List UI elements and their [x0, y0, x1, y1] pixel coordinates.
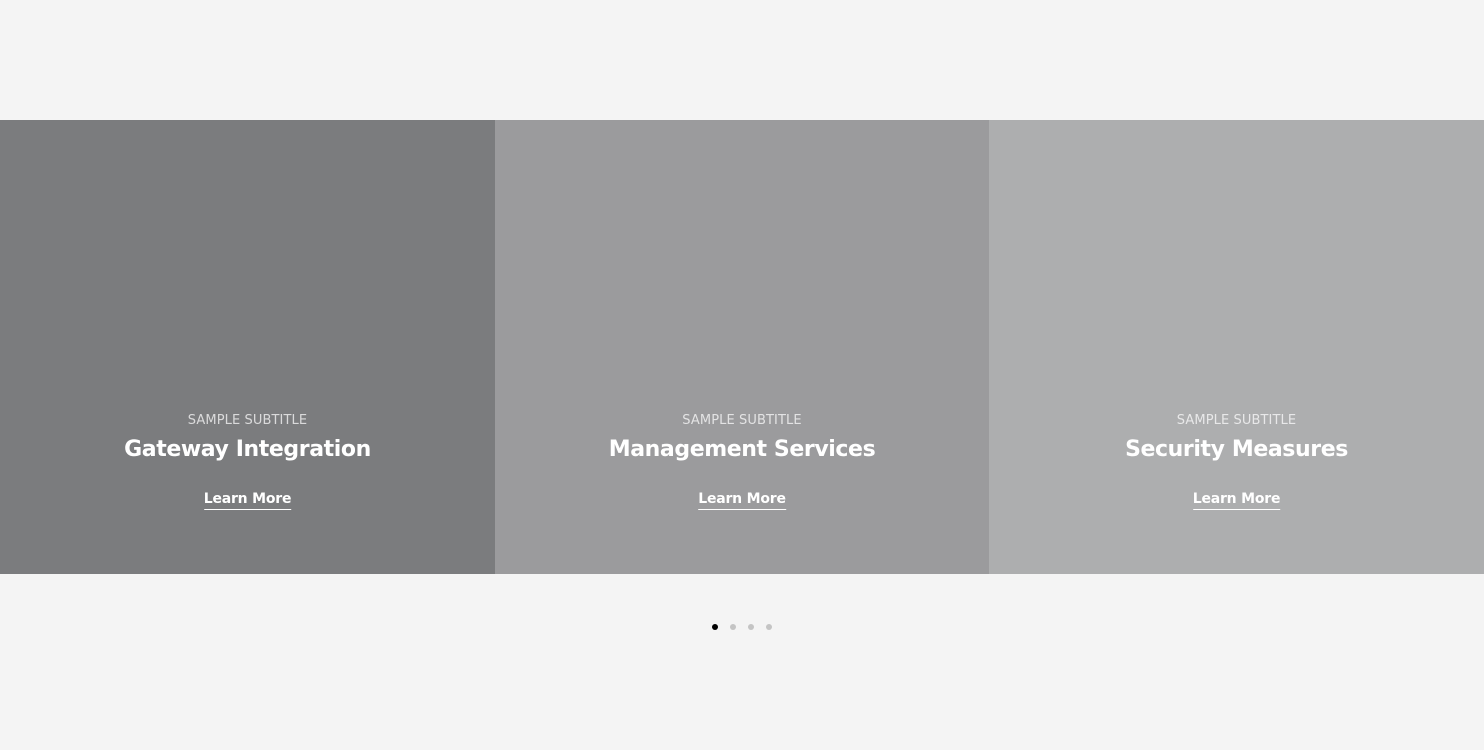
learn-more-link[interactable]: Learn More	[698, 491, 786, 510]
slide-subtitle: SAMPLE SUBTITLE	[187, 413, 308, 428]
pagination-dot-2[interactable]	[730, 624, 736, 630]
slide-gateway-integration[interactable]: SAMPLE SUBTITLE Gateway Integration Lear…	[0, 120, 495, 574]
pagination-dot-1[interactable]	[712, 624, 718, 630]
pagination-dot-3[interactable]	[748, 624, 754, 630]
carousel-pagination	[712, 624, 772, 630]
learn-more-link[interactable]: Learn More	[1192, 491, 1280, 510]
slide-management-services[interactable]: SAMPLE SUBTITLE Management Services Lear…	[495, 120, 989, 574]
learn-more-link[interactable]: Learn More	[203, 491, 291, 510]
slide-title: Management Services	[608, 437, 876, 462]
slide-title: Gateway Integration	[124, 437, 371, 462]
pagination-dot-4[interactable]	[766, 624, 772, 630]
slide-carousel: SAMPLE SUBTITLE Gateway Integration Lear…	[0, 120, 1484, 574]
slide-security-measures[interactable]: SAMPLE SUBTITLE Security Measures Learn …	[989, 120, 1484, 574]
slide-title: Security Measures	[1125, 437, 1348, 462]
slide-subtitle: SAMPLE SUBTITLE	[1176, 413, 1297, 428]
slide-subtitle: SAMPLE SUBTITLE	[682, 413, 802, 428]
